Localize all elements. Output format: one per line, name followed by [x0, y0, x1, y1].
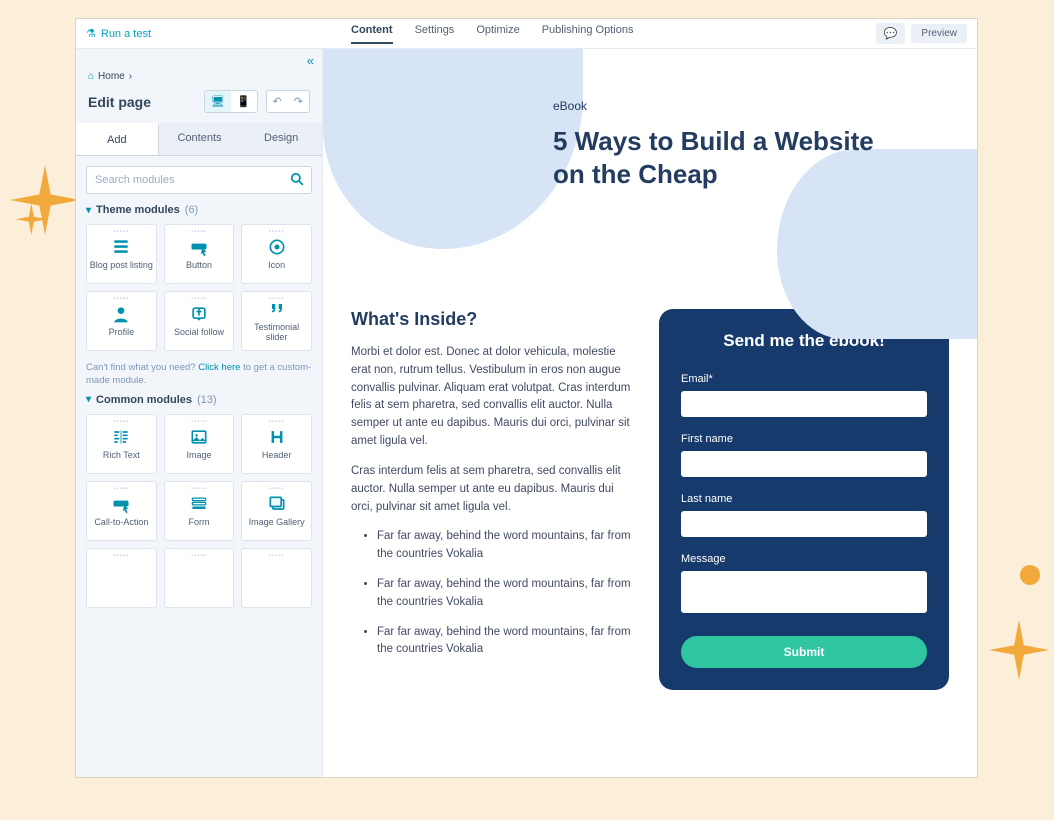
common-modules-label: Common modules [96, 394, 192, 406]
module-testimonial[interactable]: ▪▪▪▪▪Testimonial slider [241, 291, 312, 351]
chevron-down-icon: ▾ [86, 205, 91, 216]
theme-modules-count: (6) [185, 204, 198, 216]
collapse-icon[interactable]: « [307, 53, 314, 68]
list-item: Far far away, behind the word mountains,… [377, 528, 635, 564]
sparkle-decoration-right [989, 620, 1049, 680]
home-icon: ⌂ [88, 71, 94, 82]
module-rich-text[interactable]: ▪▪▪▪▪Rich Text [86, 414, 157, 474]
breadcrumb-home: Home [98, 71, 125, 82]
list-item: Far far away, behind the word mountains,… [377, 624, 635, 660]
run-test-label: Run a test [101, 28, 151, 40]
sparkle-decoration-left [10, 165, 80, 235]
email-label: Email* [681, 373, 927, 385]
topbar: ⚗ Run a test Content Settings Optimize P… [76, 19, 977, 49]
module-more-3[interactable]: ▪▪▪▪▪ [241, 548, 312, 608]
undo-redo: ↶ ↷ [266, 90, 310, 113]
comment-button[interactable]: 💬 [876, 23, 906, 44]
common-modules-grid: ▪▪▪▪▪Rich Text ▪▪▪▪▪Image ▪▪▪▪▪Header ▪▪… [86, 414, 312, 608]
hero-title: 5 Ways to Build a Website on the Cheap [553, 125, 893, 190]
hero-section[interactable]: eBook 5 Ways to Build a Website on the C… [323, 49, 977, 279]
custom-module-hint: Can't find what you need? Click here to … [86, 361, 312, 388]
desktop-icon[interactable]: 🖥 [205, 91, 231, 112]
list-item: Far far away, behind the word mountains,… [377, 576, 635, 612]
sidebar-title: Edit page [88, 94, 204, 110]
sidebar-tab-contents[interactable]: Contents [159, 123, 241, 155]
message-label: Message [681, 553, 927, 565]
module-button[interactable]: ▪▪▪▪▪Button [164, 224, 235, 284]
breadcrumb[interactable]: ⌂ Home › [76, 49, 322, 86]
theme-modules-label: Theme modules [96, 204, 180, 216]
tab-publishing[interactable]: Publishing Options [542, 24, 634, 44]
sidebar-tab-add[interactable]: Add [76, 123, 159, 155]
last-name-label: Last name [681, 493, 927, 505]
article[interactable]: What's Inside? Morbi et dolor est. Donec… [351, 309, 635, 690]
common-modules-count: (13) [197, 394, 217, 406]
article-para-2: Cras interdum felis at sem pharetra, sed… [351, 463, 635, 516]
device-toggle[interactable]: 🖥 📱 [204, 90, 258, 113]
tab-optimize[interactable]: Optimize [476, 24, 519, 44]
module-profile[interactable]: ▪▪▪▪▪Profile [86, 291, 157, 351]
module-more-2[interactable]: ▪▪▪▪▪ [164, 548, 235, 608]
run-test-button[interactable]: ⚗ Run a test [86, 27, 151, 40]
search-wrapper [86, 166, 312, 194]
article-heading: What's Inside? [351, 309, 635, 330]
hero-blob-1 [323, 49, 583, 249]
module-social-follow[interactable]: ▪▪▪▪▪Social follow [164, 291, 235, 351]
main: « ⌂ Home › Edit page 🖥 📱 ↶ ↷ Add Conten [76, 49, 977, 777]
redo-icon[interactable]: ↷ [288, 91, 309, 112]
common-modules-header[interactable]: ▾ Common modules (13) [86, 394, 312, 406]
module-blog-listing[interactable]: ▪▪▪▪▪Blog post listing [86, 224, 157, 284]
module-icon[interactable]: ▪▪▪▪▪Icon [241, 224, 312, 284]
sidebar-tab-design[interactable]: Design [240, 123, 322, 155]
search-icon[interactable] [290, 172, 304, 189]
email-field[interactable] [681, 391, 927, 417]
message-field[interactable] [681, 571, 927, 613]
first-name-field[interactable] [681, 451, 927, 477]
sidebar: « ⌂ Home › Edit page 🖥 📱 ↶ ↷ Add Conten [76, 49, 323, 777]
chevron-down-icon: ▾ [86, 394, 91, 405]
module-image-gallery[interactable]: ▪▪▪▪▪Image Gallery [241, 481, 312, 541]
top-tabs: Content Settings Optimize Publishing Opt… [351, 24, 633, 44]
module-more-1[interactable]: ▪▪▪▪▪ [86, 548, 157, 608]
custom-module-link[interactable]: Click here [198, 362, 240, 373]
hero-eyebrow: eBook [553, 99, 977, 113]
module-image[interactable]: ▪▪▪▪▪Image [164, 414, 235, 474]
theme-modules-grid: ▪▪▪▪▪Blog post listing ▪▪▪▪▪Button ▪▪▪▪▪… [86, 224, 312, 351]
module-form[interactable]: ▪▪▪▪▪Form [164, 481, 235, 541]
tab-content[interactable]: Content [351, 24, 393, 44]
search-input[interactable] [86, 166, 312, 194]
article-para-1: Morbi et dolor est. Donec at dolor vehic… [351, 344, 635, 451]
submit-button[interactable]: Submit [681, 636, 927, 668]
chevron-right-icon: › [129, 71, 132, 82]
first-name-label: First name [681, 433, 927, 445]
dot-decoration [1020, 565, 1040, 585]
mobile-icon[interactable]: 📱 [231, 91, 257, 112]
theme-modules-header[interactable]: ▾ Theme modules (6) [86, 204, 312, 216]
sidebar-tabs: Add Contents Design [76, 123, 322, 156]
last-name-field[interactable] [681, 511, 927, 537]
module-cta[interactable]: ▪▪▪▪▪Call-to-Action [86, 481, 157, 541]
form-card[interactable]: Send me the ebook! Email* First name Las… [659, 309, 949, 690]
comment-icon: 💬 [884, 28, 898, 40]
canvas: eBook 5 Ways to Build a Website on the C… [323, 49, 977, 777]
app-frame: ⚗ Run a test Content Settings Optimize P… [75, 18, 978, 778]
tab-settings[interactable]: Settings [415, 24, 455, 44]
undo-icon[interactable]: ↶ [267, 91, 288, 112]
article-list: Far far away, behind the word mountains,… [351, 528, 635, 659]
preview-button[interactable]: Preview [911, 24, 967, 43]
module-header[interactable]: ▪▪▪▪▪Header [241, 414, 312, 474]
flask-icon: ⚗ [86, 27, 96, 40]
